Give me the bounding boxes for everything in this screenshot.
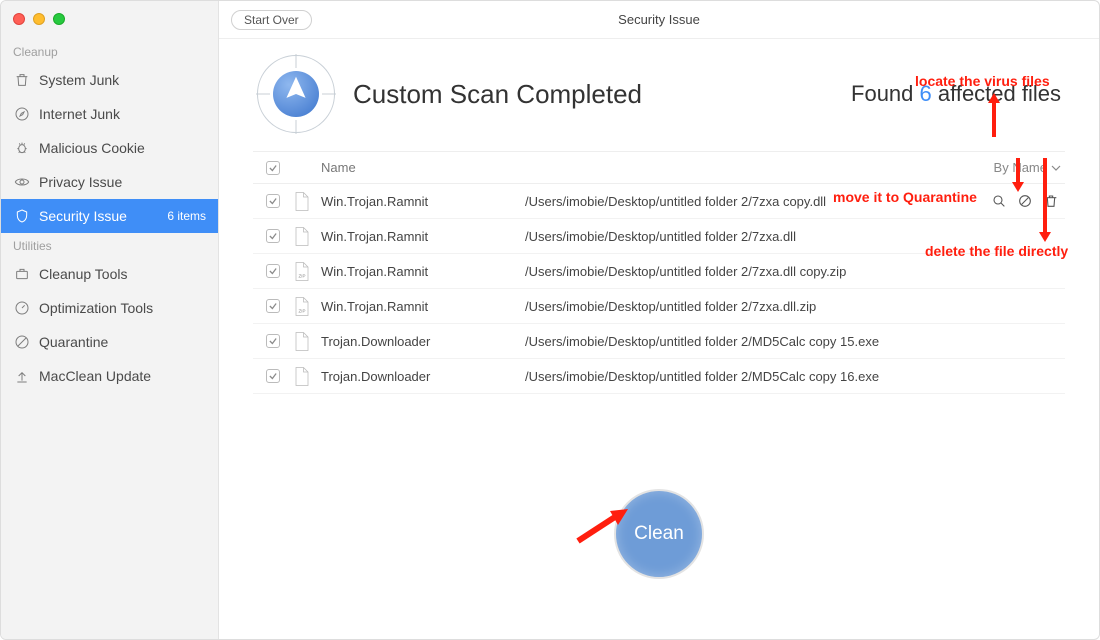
sidebar-item-quarantine[interactable]: Quarantine — [1, 325, 218, 359]
close-window-button[interactable] — [13, 13, 25, 25]
sidebar-item-label: Malicious Cookie — [39, 140, 145, 156]
table-row[interactable]: Win.Trojan.Ramnit/Users/imobie/Desktop/u… — [253, 184, 1065, 219]
row-checkbox[interactable] — [266, 264, 280, 278]
sidebar-item-security-issue[interactable]: Security Issue 6 items — [1, 199, 218, 233]
threat-name: Trojan.Downloader — [321, 369, 525, 384]
file-path: /Users/imobie/Desktop/untitled folder 2/… — [525, 369, 1065, 384]
sidebar-item-label: MacClean Update — [39, 368, 151, 384]
app-window: Cleanup System Junk Internet Junk Malicious… — [0, 0, 1100, 640]
zip-file-icon: ZIP — [293, 260, 311, 282]
sidebar-item-label: Optimization Tools — [39, 300, 153, 316]
sidebar-item-label: Internet Junk — [39, 106, 120, 122]
traffic-lights — [1, 1, 218, 39]
svg-text:ZIP: ZIP — [298, 273, 305, 278]
file-icon — [293, 330, 311, 352]
clean-button[interactable]: Clean — [614, 489, 704, 579]
file-icon — [293, 225, 311, 247]
table-row[interactable]: ZIP Win.Trojan.Ramnit/Users/imobie/Deskto… — [253, 289, 1065, 324]
results-table: Name By Name Win.Trojan.Ramnit/Users/imo… — [253, 151, 1065, 394]
minimize-window-button[interactable] — [33, 13, 45, 25]
zip-file-icon: ZIP — [293, 295, 311, 317]
select-all-checkbox[interactable] — [266, 161, 280, 175]
sidebar-item-privacy-issue[interactable]: Privacy Issue — [1, 165, 218, 199]
table-header: Name By Name — [253, 152, 1065, 184]
threat-name: Win.Trojan.Ramnit — [321, 229, 525, 244]
shield-icon — [13, 207, 31, 225]
sidebar-item-system-junk[interactable]: System Junk — [1, 63, 218, 97]
sidebar-item-cleanup-tools[interactable]: Cleanup Tools — [1, 257, 218, 291]
sidebar-item-label: System Junk — [39, 72, 119, 88]
zoom-window-button[interactable] — [53, 13, 65, 25]
sidebar-item-label: Quarantine — [39, 334, 108, 350]
column-name: Name — [321, 160, 525, 175]
file-icon — [293, 190, 311, 212]
threat-name: Win.Trojan.Ramnit — [321, 194, 525, 209]
found-summary: Found 6 affected files — [851, 81, 1061, 106]
sort-by-name[interactable]: By Name — [981, 160, 1065, 175]
threat-name: Win.Trojan.Ramnit — [321, 299, 525, 314]
row-checkbox[interactable] — [266, 194, 280, 208]
svg-text:ZIP: ZIP — [298, 308, 305, 313]
sidebar-item-malicious-cookie[interactable]: Malicious Cookie — [1, 131, 218, 165]
file-path: /Users/imobie/Desktop/untitled folder 2/… — [525, 299, 1065, 314]
sidebar-item-internet-junk[interactable]: Internet Junk — [1, 97, 218, 131]
group-label: Cleanup — [1, 39, 218, 63]
sidebar-item-label: Security Issue — [39, 208, 127, 224]
window-title: Security Issue — [618, 12, 700, 27]
bug-icon — [13, 139, 31, 157]
briefcase-icon — [13, 265, 31, 283]
start-over-button[interactable]: Start Over — [231, 10, 312, 30]
table-row[interactable]: Trojan.Downloader/Users/imobie/Desktop/u… — [253, 359, 1065, 394]
table-row[interactable]: Win.Trojan.Ramnit/Users/imobie/Desktop/u… — [253, 219, 1065, 254]
chevron-down-icon — [1051, 163, 1061, 173]
gauge-icon — [13, 299, 31, 317]
file-path: /Users/imobie/Desktop/untitled folder 2/… — [525, 264, 1065, 279]
sidebar-item-macclean-update[interactable]: MacClean Update — [1, 359, 218, 393]
sidebar-item-optimization-tools[interactable]: Optimization Tools — [1, 291, 218, 325]
delete-file-button[interactable] — [1041, 191, 1061, 211]
compass-icon — [257, 55, 335, 133]
scan-title: Custom Scan Completed — [353, 79, 642, 110]
threat-name: Trojan.Downloader — [321, 334, 525, 349]
quarantine-icon — [13, 333, 31, 351]
table-row[interactable]: Trojan.Downloader/Users/imobie/Desktop/u… — [253, 324, 1065, 359]
file-icon — [293, 365, 311, 387]
table-row[interactable]: ZIP Win.Trojan.Ramnit/Users/imobie/Deskto… — [253, 254, 1065, 289]
sidebar-item-label: Cleanup Tools — [39, 266, 127, 282]
group-label: Utilities — [1, 233, 218, 257]
sidebar-item-count: 6 items — [167, 209, 206, 223]
file-path: /Users/imobie/Desktop/untitled folder 2/… — [525, 334, 1065, 349]
row-checkbox[interactable] — [266, 229, 280, 243]
file-path: /Users/imobie/Desktop/untitled folder 2/… — [525, 229, 1065, 244]
quarantine-file-button[interactable] — [1015, 191, 1035, 211]
locate-file-button[interactable] — [989, 191, 1009, 211]
sidebar-item-label: Privacy Issue — [39, 174, 122, 190]
safari-icon — [13, 105, 31, 123]
row-checkbox[interactable] — [266, 299, 280, 313]
sidebar: Cleanup System Junk Internet Junk Malicious… — [1, 1, 219, 639]
row-actions — [989, 191, 1061, 211]
row-checkbox[interactable] — [266, 334, 280, 348]
threat-name: Win.Trojan.Ramnit — [321, 264, 525, 279]
row-checkbox[interactable] — [266, 369, 280, 383]
eye-icon — [13, 173, 31, 191]
scan-header: Custom Scan Completed Found 6 affected f… — [219, 39, 1099, 151]
main-panel: Start Over Security Issue Custom Scan Co… — [219, 1, 1099, 639]
upload-icon — [13, 367, 31, 385]
file-path: /Users/imobie/Desktop/untitled folder 2/… — [525, 194, 1065, 209]
trash-icon — [13, 71, 31, 89]
topbar: Start Over Security Issue — [219, 1, 1099, 39]
